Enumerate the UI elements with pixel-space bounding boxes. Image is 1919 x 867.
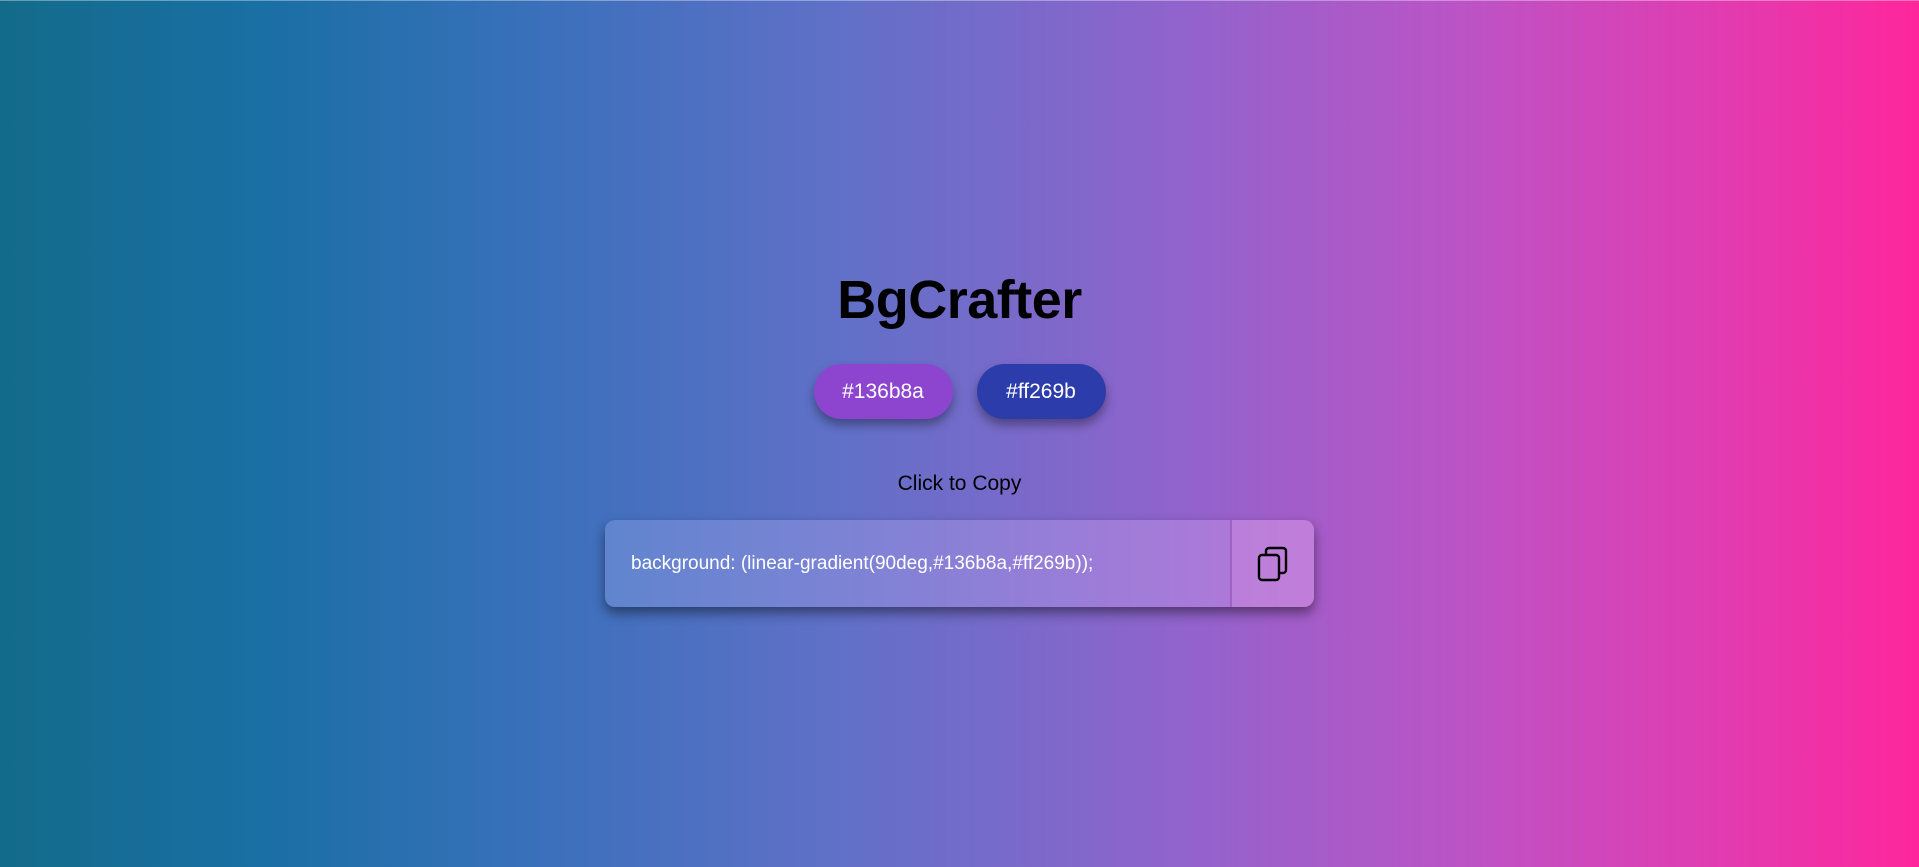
copy-hint: Click to Copy: [897, 472, 1022, 495]
app-container: BgCrafter #136b8a #ff269b Click to Copy …: [0, 0, 1919, 867]
css-code-text[interactable]: background: (linear-gradient(90deg,#136b…: [605, 520, 1230, 607]
second-color-button[interactable]: #ff269b: [976, 364, 1106, 419]
css-code-box: background: (linear-gradient(90deg,#136b…: [605, 520, 1314, 607]
first-color-button[interactable]: #136b8a: [813, 364, 953, 419]
page-title: BgCrafter: [837, 270, 1082, 330]
copy-button[interactable]: [1232, 520, 1314, 607]
color-picker-row: #136b8a #ff269b: [0, 364, 1919, 419]
copy-icon: [1257, 546, 1289, 582]
